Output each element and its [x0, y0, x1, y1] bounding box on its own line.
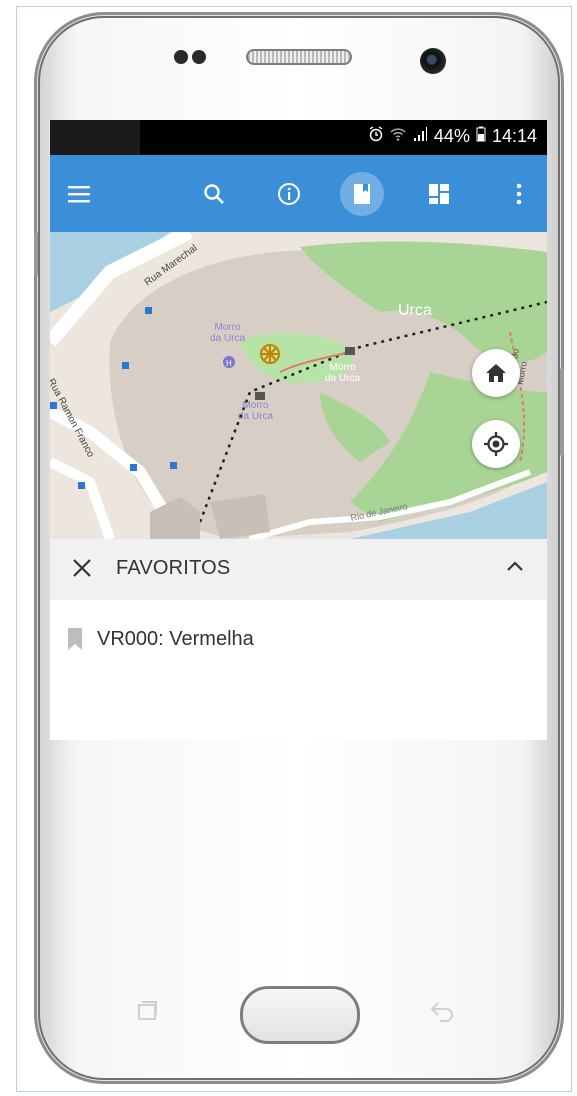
side-button — [34, 232, 38, 276]
info-button[interactable] — [270, 175, 308, 213]
map-canvas: H — [50, 232, 547, 539]
bookmark-icon — [68, 628, 82, 650]
battery-icon — [476, 126, 486, 147]
battery-percent: 44% — [433, 126, 470, 146]
menu-button[interactable] — [60, 175, 98, 213]
sensor-dots — [174, 50, 210, 66]
map-label-peak: Morro da Urca — [325, 362, 361, 384]
status-icons: 44% 14:14 — [368, 126, 537, 147]
chevron-up-icon — [507, 561, 523, 571]
layers-icon — [429, 184, 449, 204]
map-view[interactable]: H Rua Marechal Rua Ramon Franco Urca Mor… — [50, 232, 547, 539]
svg-text:H: H — [226, 359, 232, 368]
home-icon — [486, 364, 506, 382]
signal-icon — [412, 126, 428, 147]
phone-screen: 44% 14:14 H Rua Marechal Rua Ramon Franc… — [50, 120, 547, 740]
recent-apps-button[interactable] — [136, 1000, 158, 1027]
map-label-peak: Morro da Urca — [238, 400, 274, 422]
close-panel-button[interactable] — [72, 558, 96, 582]
collapse-panel-button[interactable] — [506, 559, 528, 581]
status-bar: 44% 14:14 — [50, 120, 547, 155]
list-item[interactable]: VR000: Vermelha — [67, 624, 254, 654]
app-bar — [50, 155, 547, 232]
favorites-title: FAVORITOS — [116, 557, 231, 579]
map-label-urca: Urca — [398, 302, 432, 319]
search-button[interactable] — [195, 175, 233, 213]
bookmark-icon — [354, 184, 370, 204]
side-button — [560, 368, 564, 456]
favorites-panel-header: FAVORITOS — [50, 539, 547, 600]
my-location-button[interactable] — [472, 420, 520, 468]
alarm-icon — [368, 126, 384, 147]
map-label-peak: Morro da Urca — [210, 322, 246, 344]
menu-icon — [68, 186, 90, 203]
clock: 14:14 — [491, 126, 537, 146]
more-vert-icon — [516, 183, 522, 205]
info-icon — [278, 183, 300, 205]
front-camera — [420, 48, 446, 74]
layers-button[interactable] — [420, 175, 458, 213]
wifi-icon — [390, 126, 406, 147]
close-icon — [73, 559, 91, 577]
earpiece-speaker — [246, 49, 352, 65]
bookmark-button[interactable] — [340, 172, 384, 216]
back-button[interactable] — [430, 1000, 456, 1027]
search-icon — [204, 184, 224, 204]
recent-apps-icon — [138, 1001, 157, 1020]
favorites-list: VR000: Vermelha — [50, 600, 547, 740]
back-icon — [430, 1002, 453, 1022]
more-button[interactable] — [500, 175, 538, 213]
status-bar-left — [50, 120, 140, 155]
favorite-label: VR000: Vermelha — [97, 627, 254, 650]
home-hardware-button[interactable] — [240, 986, 360, 1044]
my-location-icon — [484, 432, 508, 456]
home-button[interactable] — [472, 349, 520, 397]
